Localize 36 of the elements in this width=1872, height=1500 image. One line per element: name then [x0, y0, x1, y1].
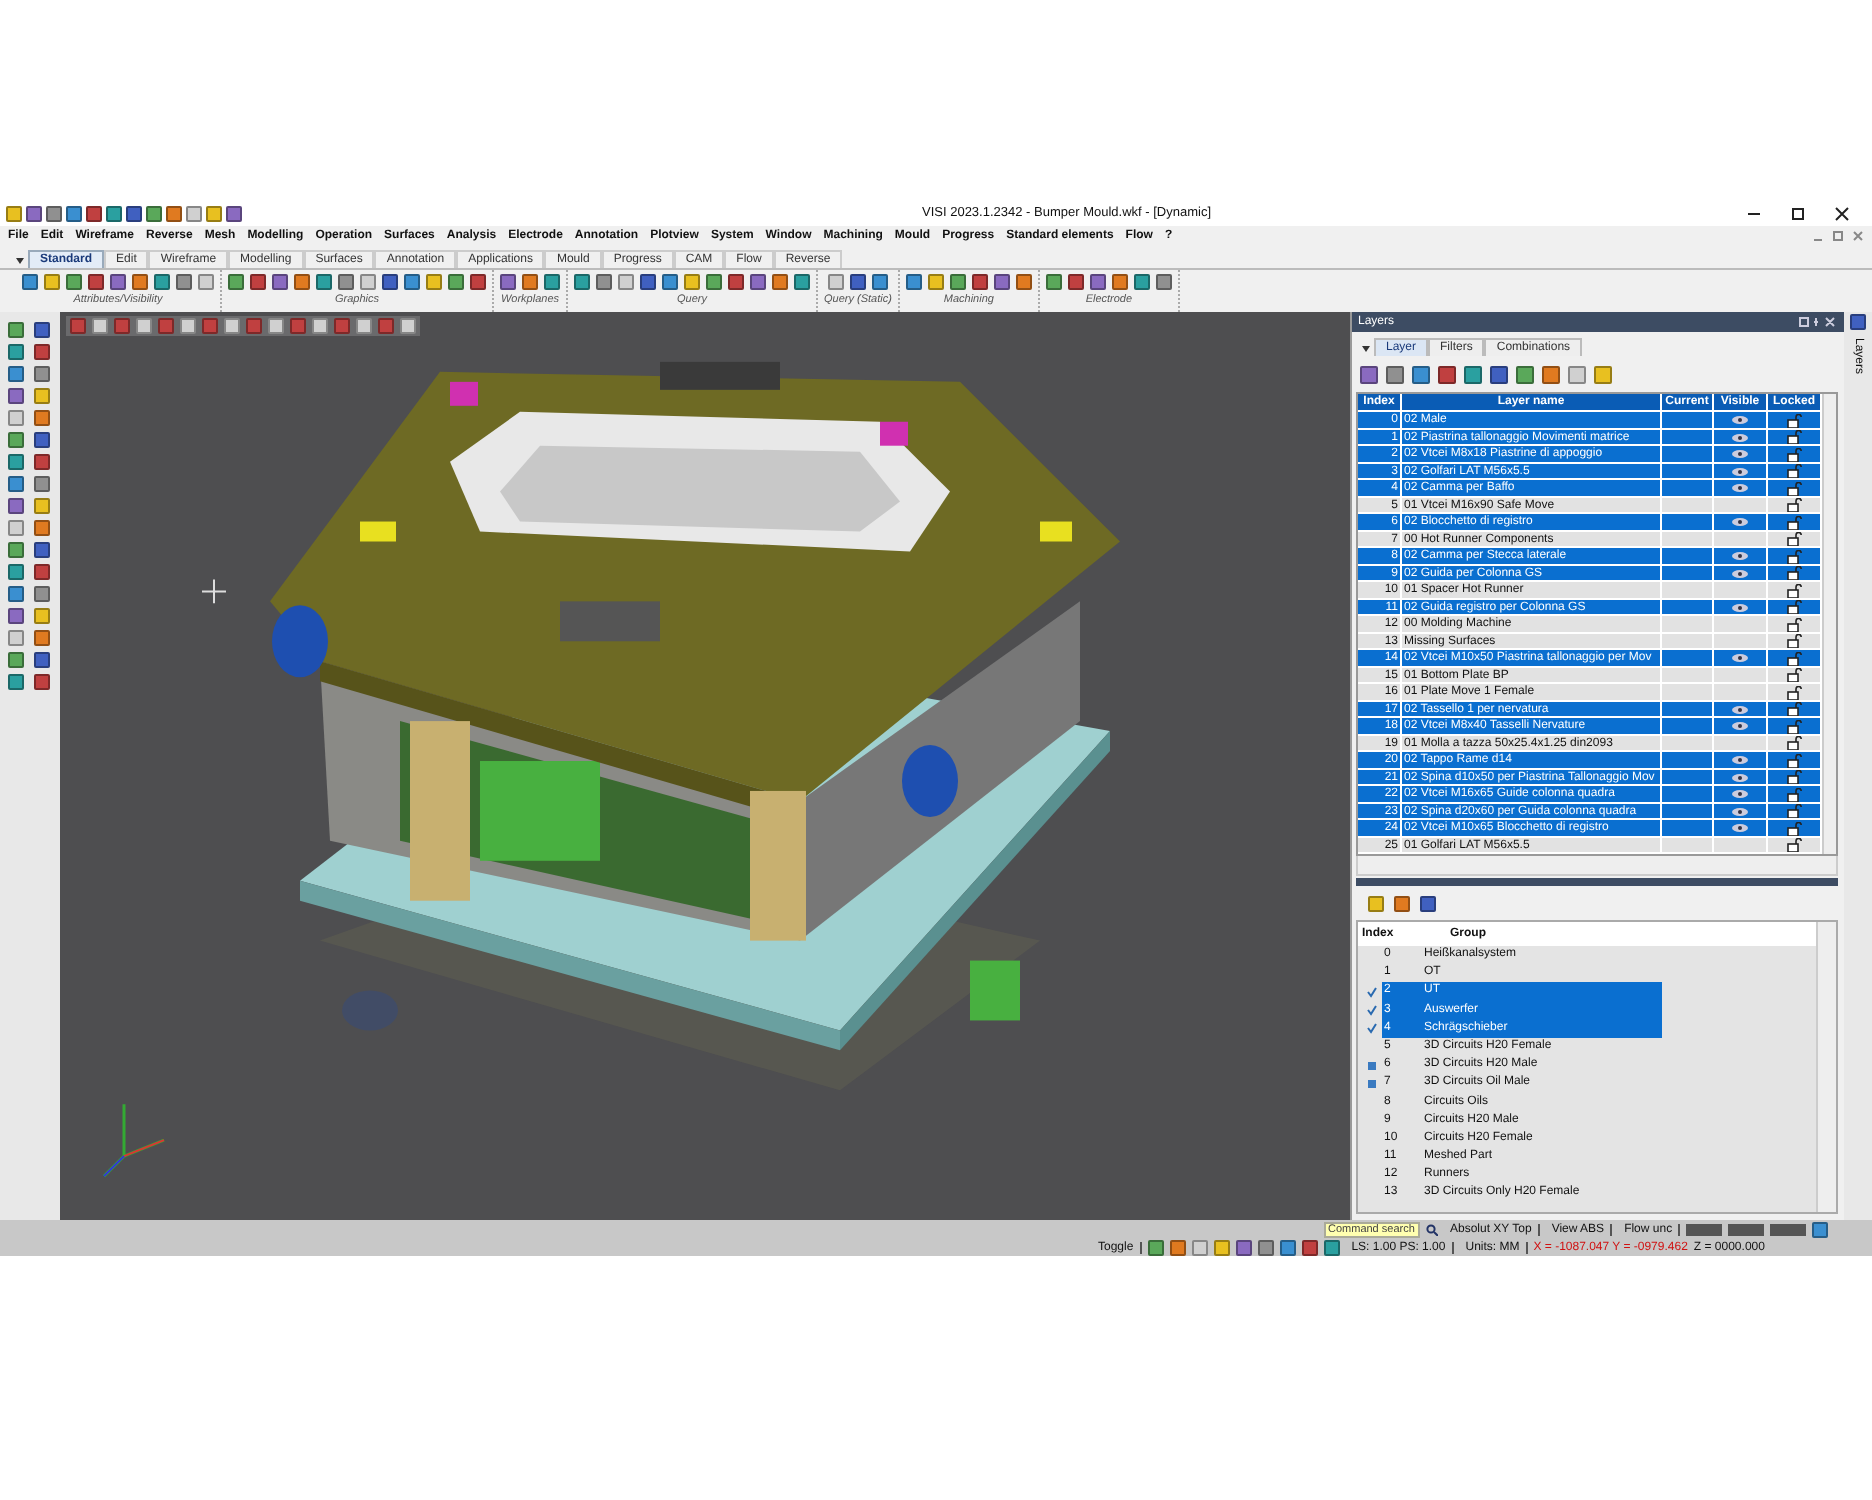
eye-icon[interactable]: [1730, 805, 1750, 818]
eye-icon[interactable]: [1730, 771, 1750, 784]
eye-icon[interactable]: [1730, 465, 1750, 478]
restore-icon[interactable]: [1832, 229, 1844, 241]
eye-icon[interactable]: [1730, 448, 1750, 461]
eye-icon[interactable]: [1730, 703, 1750, 716]
eye-icon[interactable]: [1730, 482, 1750, 495]
search-icon[interactable]: [1426, 1223, 1438, 1235]
eye-icon[interactable]: [1730, 822, 1750, 835]
eye-icon[interactable]: [1730, 601, 1750, 614]
vertical-scrollbar[interactable]: [1822, 394, 1836, 854]
horizontal-scrollbar[interactable]: [1356, 856, 1838, 876]
status-slot: [1686, 1223, 1723, 1235]
eye-icon[interactable]: [1730, 720, 1750, 733]
eye-icon[interactable]: [1730, 516, 1750, 529]
status-slot: [1728, 1223, 1765, 1235]
eye-icon[interactable]: [1730, 550, 1750, 563]
status-slot: [1770, 1223, 1807, 1235]
close-icon[interactable]: [1834, 205, 1850, 221]
check-icon[interactable]: [1366, 1004, 1378, 1017]
eye-icon[interactable]: [1730, 754, 1750, 767]
maximize-icon[interactable]: [1790, 205, 1806, 221]
eye-icon[interactable]: [1730, 788, 1750, 801]
check-icon[interactable]: [1366, 985, 1378, 998]
padlock-icon[interactable]: [1786, 413, 1802, 428]
check-icon[interactable]: [1366, 1022, 1378, 1035]
vertical-scrollbar[interactable]: [1816, 922, 1836, 1212]
eye-icon[interactable]: [1730, 414, 1750, 427]
panel-controls-icon[interactable]: [1798, 316, 1838, 328]
caret-icon[interactable]: [1358, 340, 1374, 356]
eye-icon[interactable]: [1730, 431, 1750, 444]
eye-icon[interactable]: [1730, 652, 1750, 665]
caret-icon[interactable]: [12, 252, 28, 268]
eye-icon[interactable]: [1730, 567, 1750, 580]
axis-triad-icon: [102, 1102, 166, 1178]
crosshair-cursor-icon: [201, 578, 227, 605]
